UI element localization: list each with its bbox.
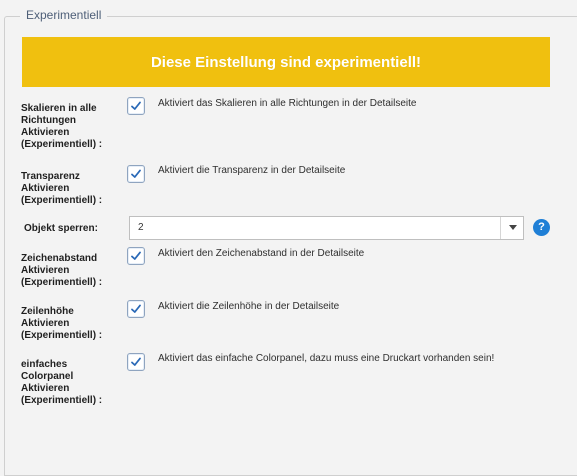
chevron-down-icon [509, 225, 517, 230]
setting-label-lock-object: Objekt sperren: [24, 223, 98, 234]
setting-description-line-height: Aktiviert die Zeilenhöhe in der Detailse… [158, 301, 340, 312]
checkbox-line-height[interactable] [127, 300, 145, 318]
checkbox-letter-spacing[interactable] [127, 247, 145, 265]
setting-label-line-height: Zeilenhöhe Aktivieren (Experimentiell) : [21, 306, 103, 341]
check-icon [131, 101, 141, 110]
checkbox-scale-all-directions[interactable] [127, 97, 145, 115]
help-icon[interactable]: ? [533, 219, 550, 236]
setting-label-letter-spacing: Zeichenabstand Aktivieren (Experimentiel… [21, 253, 103, 288]
lock-object-selected-value: 2 [138, 222, 144, 233]
select-divider [500, 217, 501, 239]
experimental-warning-banner: Diese Einstellung sind experimentiell! [22, 37, 550, 87]
setting-label-simple-colorpanel: einfaches Colorpanel Aktivieren (Experim… [21, 359, 103, 406]
setting-description-simple-colorpanel: Aktiviert das einfache Colorpanel, dazu … [158, 353, 495, 364]
check-icon [131, 169, 141, 178]
section-legend: Experimentiell [20, 7, 108, 23]
lock-object-select[interactable]: 2 [129, 216, 524, 240]
check-icon [131, 357, 141, 366]
checkbox-simple-colorpanel[interactable] [127, 353, 145, 371]
check-icon [131, 304, 141, 313]
setting-label-transparency: Transparenz Aktivieren (Experimentiell) … [21, 171, 103, 206]
setting-description-letter-spacing: Aktiviert den Zeichenabstand in der Deta… [158, 248, 365, 259]
check-icon [131, 251, 141, 260]
setting-description-scale-all-directions: Aktiviert das Skalieren in alle Richtung… [158, 98, 417, 109]
setting-description-transparency: Aktiviert die Transparenz in der Details… [158, 165, 346, 176]
checkbox-transparency[interactable] [127, 165, 145, 183]
setting-label-scale-all-directions: Skalieren in alle Richtungen Aktivieren … [21, 103, 103, 150]
